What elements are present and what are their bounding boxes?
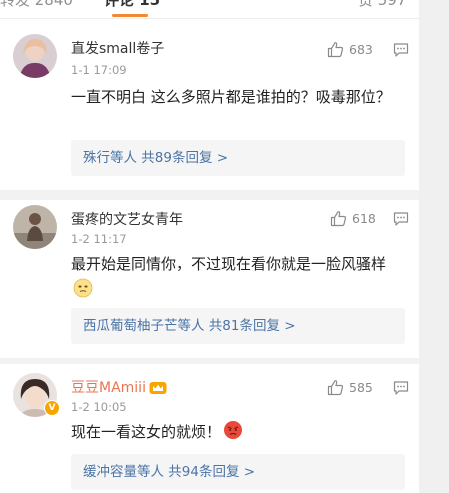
- replies-summary-button[interactable]: 缓冲容量等人 共94条回复 >: [71, 454, 405, 490]
- replies-summary-button[interactable]: 殊行等人 共89条回复 >: [71, 140, 405, 176]
- comment-text: 最开始是同情你，不过现在看你就是一脸风骚样: [71, 255, 387, 273]
- replies-summary-text: 西瓜葡萄柚子芒等人 共81条回复 >: [83, 318, 296, 334]
- tab-comments[interactable]: 评论 15: [104, 0, 160, 10]
- timestamp: 1-1 17:09: [71, 63, 127, 77]
- timestamp: 1-2 11:17: [71, 232, 127, 246]
- scroll-gutter: [419, 0, 449, 493]
- replies-summary-button[interactable]: 西瓜葡萄柚子芒等人 共81条回复 >: [71, 308, 405, 344]
- username[interactable]: 豆豆MAmiii: [71, 380, 146, 396]
- like-button[interactable]: 618: [330, 210, 376, 227]
- username[interactable]: 直发small卷子: [71, 38, 164, 58]
- comment-text-wrap: 最开始是同情你，不过现在看你就是一脸风骚样: [71, 251, 399, 303]
- doge-emoji-icon: [73, 278, 93, 298]
- comment-item: 蛋疼的文艺女青年 1-2 11:17 618 最开始是同情你，不过现在看你就是一…: [0, 200, 419, 360]
- avatar[interactable]: [13, 205, 57, 249]
- thumbs-up-icon: [330, 211, 347, 227]
- timestamp: 1-2 10:05: [71, 400, 127, 414]
- replies-summary-text: 殊行等人 共89条回复 >: [83, 150, 229, 166]
- like-count: 585: [349, 380, 373, 395]
- avatar[interactable]: [13, 34, 57, 78]
- comment-bubble-icon[interactable]: [393, 380, 409, 396]
- tab-active-indicator: [112, 14, 148, 17]
- username[interactable]: 蛋疼的文艺女青年: [71, 209, 183, 229]
- like-count: 618: [352, 211, 376, 226]
- tab-reposts[interactable]: 转发 2840: [0, 0, 73, 10]
- like-count: 683: [349, 42, 373, 57]
- verified-badge-icon: V: [44, 400, 60, 416]
- thumbs-up-icon: [327, 42, 344, 58]
- comment-item: 直发small卷子 1-1 17:09 683 一直不明白 这么多照片都是谁拍的…: [0, 18, 419, 190]
- like-button[interactable]: 683: [327, 41, 373, 58]
- comment-text-wrap: 现在一看这女的就烦！: [71, 419, 399, 445]
- comment-text: 一直不明白 这么多照片都是谁拍的？吸毒那位？: [71, 88, 391, 106]
- comment-bubble-icon[interactable]: [393, 211, 409, 227]
- thumbs-up-icon: [327, 380, 344, 396]
- comment-item: V 豆豆MAmiii 1-2 10:05 585 现在一看这女的就烦！ 缓冲容量…: [0, 364, 419, 493]
- like-button[interactable]: 585: [327, 379, 373, 396]
- vip-crown-icon: [149, 382, 167, 394]
- divider: [0, 190, 419, 200]
- username-row: 豆豆MAmiii: [71, 377, 167, 397]
- tab-bar: 转发 2840 评论 15 赞 597: [0, 0, 419, 19]
- comment-bubble-icon[interactable]: [393, 42, 409, 58]
- comment-text: 现在一看这女的就烦！: [71, 423, 222, 441]
- angry-emoji-icon: [224, 421, 243, 439]
- tab-likes[interactable]: 赞 597: [358, 0, 406, 10]
- replies-summary-text: 缓冲容量等人 共94条回复 >: [83, 464, 256, 480]
